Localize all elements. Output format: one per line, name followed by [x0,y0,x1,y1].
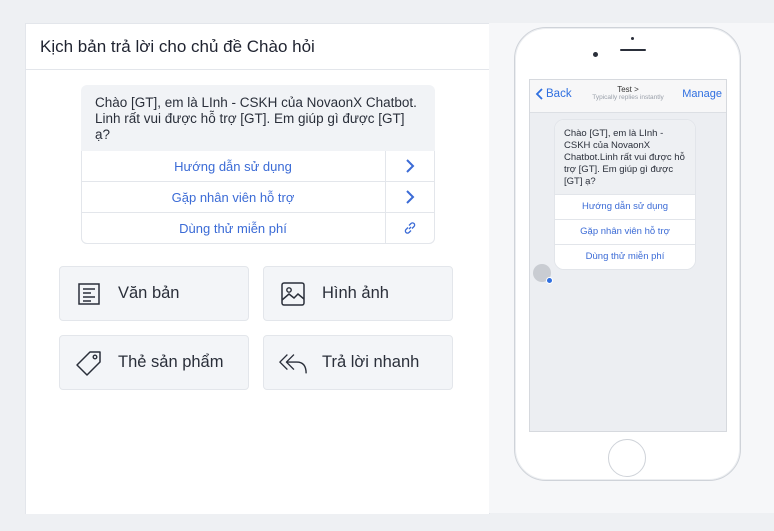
preview-quick-button[interactable]: Gặp nhân viên hỗ trợ [555,219,695,244]
quick-button-label[interactable]: Gặp nhân viên hỗ trợ [82,190,434,205]
add-product-card-button[interactable]: Thẻ sản phẩm [59,335,249,390]
preview-quick-button[interactable]: Dùng thử miễn phí [555,244,695,269]
tile-label: Hình ảnh [322,284,389,302]
add-image-button[interactable]: Hình ảnh [263,266,453,321]
quick-button-guide[interactable]: Hướng dẫn sử dụng [81,151,435,182]
quick-button-trial[interactable]: Dùng thử miễn phí [81,213,435,244]
bubble-text: Chào [GT], em là LInh - CSKH của NovaonX… [555,120,695,194]
chevron-right-icon[interactable] [385,182,434,212]
message-bubble: Chào [GT], em là LInh - CSKH của NovaonX… [554,119,696,270]
phone-screen: Back Test > Typically replies instantly … [529,79,727,432]
phone-sensor [593,52,598,57]
message-text[interactable]: Chào [GT], em là LInh - CSKH của NovaonX… [81,85,435,151]
link-icon[interactable] [385,213,434,243]
message-card[interactable]: Chào [GT], em là LInh - CSKH của NovaonX… [81,85,435,244]
messenger-nav-bar: Back Test > Typically replies instantly … [530,80,726,113]
quick-button-label[interactable]: Dùng thử miễn phí [82,221,434,236]
text-document-icon [74,279,104,309]
image-icon [278,279,308,309]
tag-icon [74,348,104,378]
home-button [608,439,646,477]
editor-title: Kịch bản trả lời cho chủ đề Chào hỏi [26,24,489,70]
tile-label: Văn bản [118,284,180,302]
quick-button-label[interactable]: Hướng dẫn sử dụng [82,159,434,174]
chevron-right-icon[interactable] [385,151,434,181]
phone-camera [631,37,634,40]
manage-button[interactable]: Manage [682,88,722,100]
phone-preview: Back Test > Typically replies instantly … [514,27,741,481]
tile-label: Trả lời nhanh [322,353,420,371]
tile-label: Thẻ sản phẩm [118,353,224,371]
preview-quick-button[interactable]: Hướng dẫn sử dụng [555,194,695,219]
reply-all-icon [278,348,308,378]
add-quick-reply-button[interactable]: Trả lời nhanh [263,335,453,390]
quick-button-support[interactable]: Gặp nhân viên hỗ trợ [81,182,435,213]
phone-speaker [620,49,646,51]
add-text-button[interactable]: Văn bản [59,266,249,321]
messenger-badge-icon [546,277,553,284]
